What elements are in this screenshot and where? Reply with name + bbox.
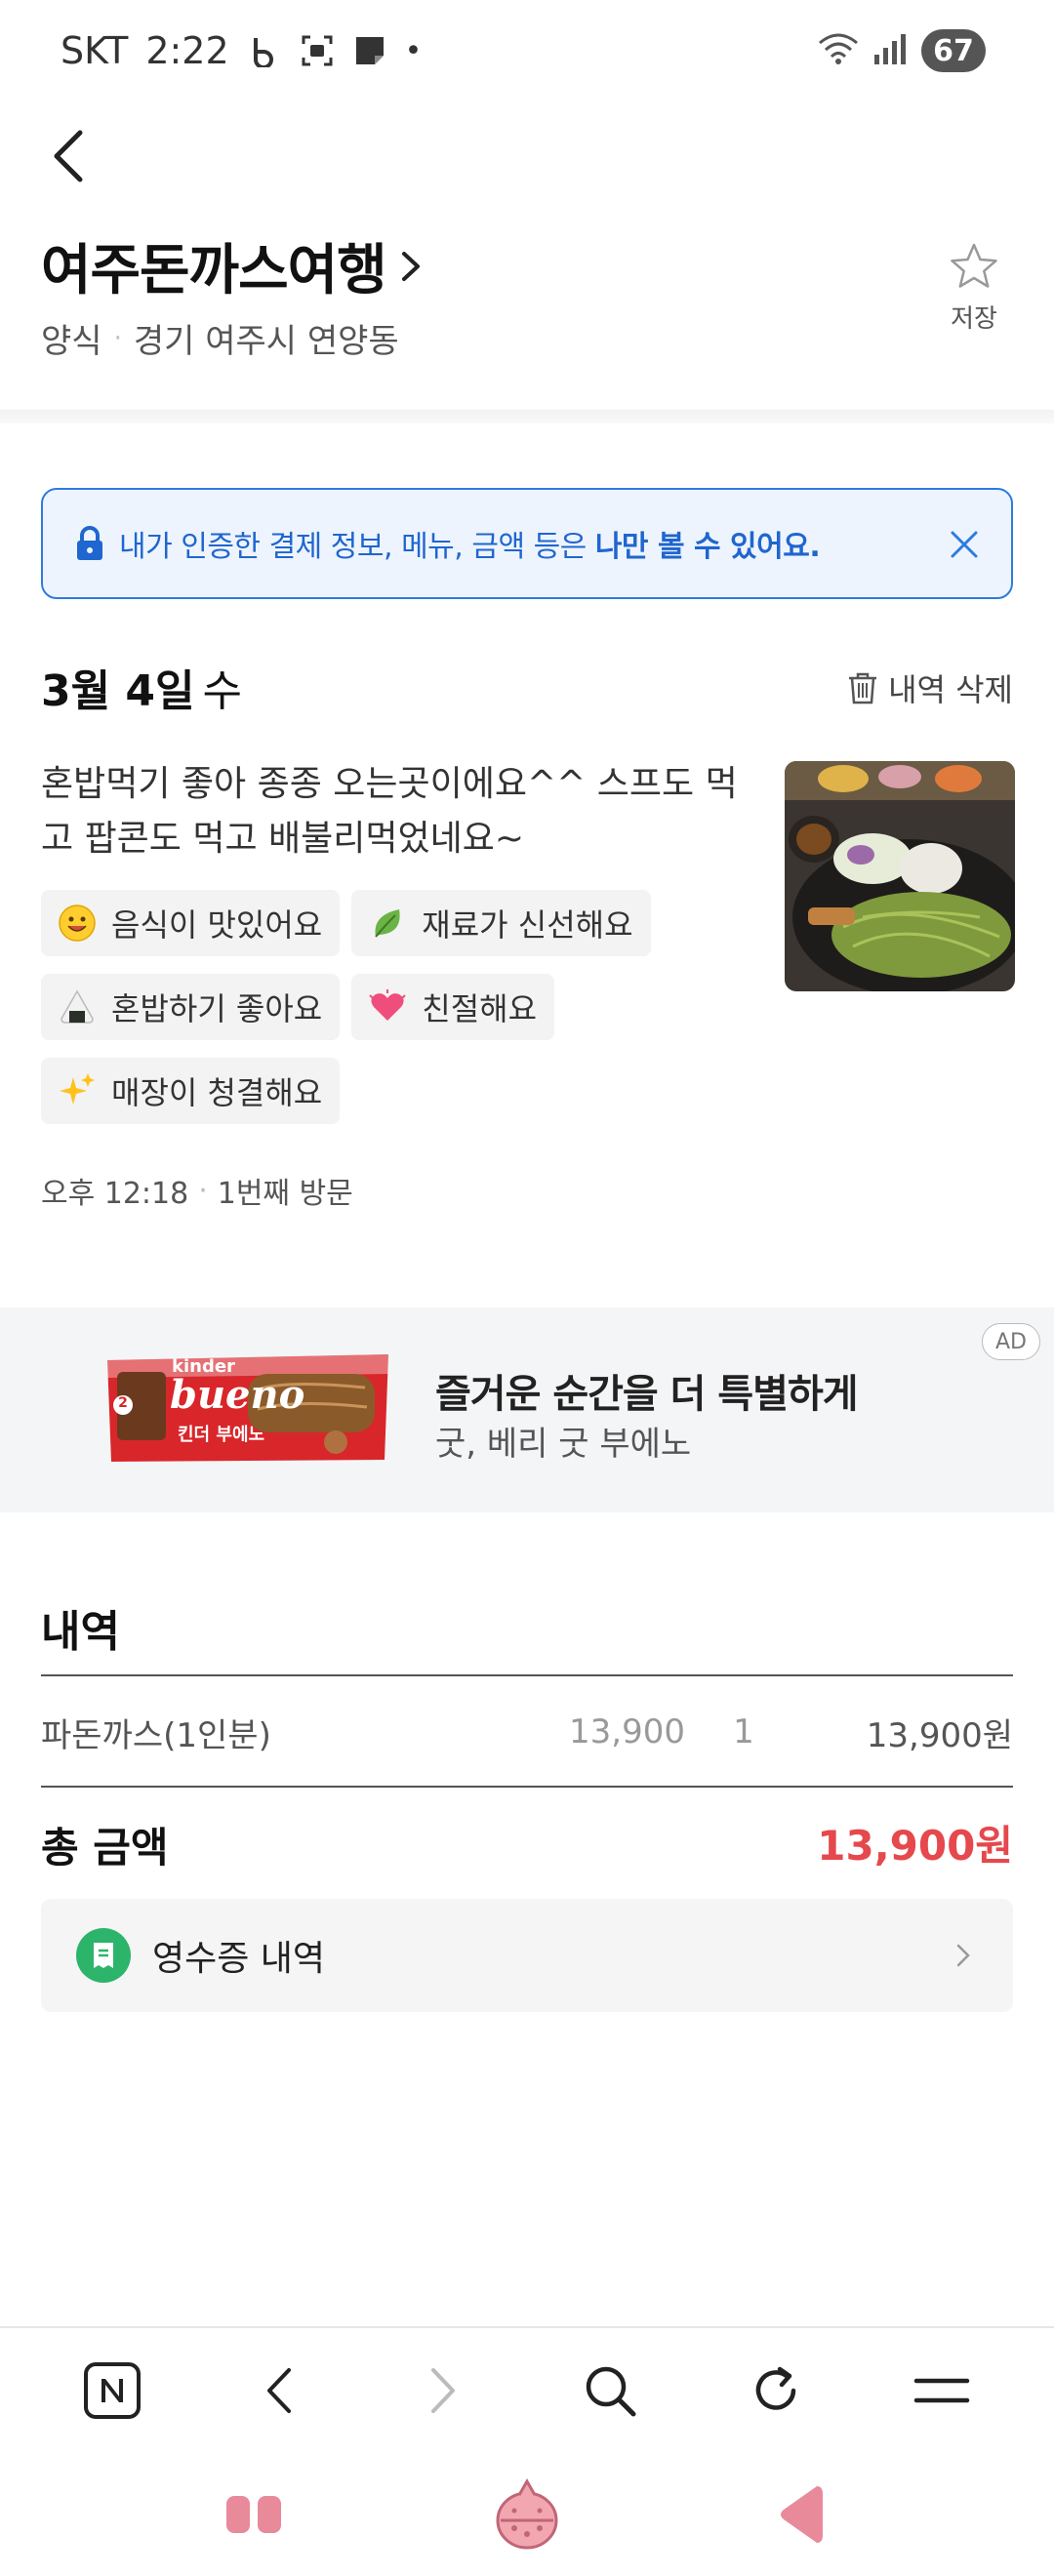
ad-subtitle: 굿, 베리 굿 부에노 xyxy=(435,1425,692,1464)
naver-n-icon xyxy=(84,2362,141,2419)
item-quantity: 1 xyxy=(733,1712,754,1751)
total-amount: 13,900원 xyxy=(817,1822,1013,1870)
system-navigation-bar xyxy=(0,2453,1054,2576)
home-icon xyxy=(496,2477,558,2550)
screenshot-icon xyxy=(300,33,335,68)
recent-apps-button[interactable] xyxy=(210,2471,298,2558)
delete-label: 내역 삭제 xyxy=(888,671,1013,708)
save-label: 저장 xyxy=(951,304,997,334)
naver-home-button[interactable] xyxy=(68,2347,156,2435)
chevron-right-icon xyxy=(949,1941,978,1970)
place-subtitle: 양식 · 경기 여주시 연양동 xyxy=(41,314,399,362)
receipt-icon xyxy=(76,1928,131,1983)
separator-dot: · xyxy=(198,1173,208,1208)
chevron-right-icon xyxy=(401,251,420,281)
tag-label: 음식이 맛있어요 xyxy=(111,906,323,944)
chevron-right-icon xyxy=(431,2368,455,2413)
star-icon xyxy=(951,243,997,288)
b-app-icon xyxy=(247,33,282,68)
review-text: 혼밥먹기 좋아 종종 오는곳이에요^^ 스프도 먹고 팝콘도 먹고 배불리먹었네… xyxy=(41,764,738,859)
total-label: 총 금액 xyxy=(41,1824,169,1872)
details-title: 내역 xyxy=(41,1607,120,1657)
rice-ball-emoji-icon xyxy=(57,986,98,1027)
divider xyxy=(41,1674,1013,1676)
dot-icon: • xyxy=(404,33,423,68)
browser-forward-button[interactable] xyxy=(400,2347,488,2435)
visit-date: 3월 4일 수 xyxy=(41,666,242,716)
food-photo[interactable] xyxy=(785,761,1015,991)
section-divider xyxy=(0,410,1054,423)
back-button[interactable] xyxy=(37,125,100,187)
tag-label: 재료가 신선해요 xyxy=(422,906,633,944)
menu-button[interactable] xyxy=(898,2347,986,2435)
leaf-emoji-icon xyxy=(367,903,408,944)
receipt-label: 영수증 내역 xyxy=(152,1939,326,1979)
place-title-link[interactable]: 여주돈까스여행 xyxy=(41,226,422,305)
tag-label: 친절해요 xyxy=(422,990,538,1027)
ad-banner[interactable]: 2 kinder bueno 킨더 부에노 즐거운 순간을 더 특별하게 굿, … xyxy=(0,1308,1054,1512)
sparkles-emoji-icon xyxy=(57,1070,98,1111)
trash-icon xyxy=(849,672,877,704)
brand-korean: 킨더 부에노 xyxy=(178,1425,265,1445)
browser-back-button[interactable] xyxy=(234,2347,322,2435)
divider xyxy=(41,1786,1013,1788)
privacy-notice-text: 내가 인증한 결제 정보, 메뉴, 금액 등은 나만 볼 수 있어요. xyxy=(119,530,821,564)
ad-title: 즐거운 순간을 더 특별하게 xyxy=(435,1372,859,1417)
delete-history-button[interactable]: 내역 삭제 xyxy=(847,665,1013,710)
signal-icon xyxy=(872,31,908,70)
tag-label: 매장이 청결해요 xyxy=(111,1074,323,1111)
heart-emoji-icon xyxy=(367,986,408,1027)
chevron-left-icon xyxy=(267,2368,291,2413)
clock: 2:22 xyxy=(145,29,229,72)
visit-count: 1번째 방문 xyxy=(217,1177,353,1211)
wifi-icon xyxy=(818,31,859,70)
receipt-history-button[interactable]: 영수증 내역 xyxy=(41,1899,1013,2012)
status-bar: SKT 2:22 • 67 xyxy=(0,0,1054,107)
table-row: 파돈까스(1인분) 13,900 1 13,900원 xyxy=(41,1708,1013,1756)
item-total: 13,900원 xyxy=(866,1715,1013,1755)
smile-emoji-icon xyxy=(57,903,98,944)
privacy-notice-banner: 내가 인증한 결제 정보, 메뉴, 금액 등은 나만 볼 수 있어요. xyxy=(41,488,1013,599)
search-icon xyxy=(586,2366,636,2417)
search-button[interactable] xyxy=(566,2347,654,2435)
tag-friendly: 친절해요 xyxy=(351,974,555,1040)
item-price: 13,900 xyxy=(569,1712,685,1751)
home-button[interactable] xyxy=(483,2471,571,2558)
close-banner-button[interactable] xyxy=(943,523,986,566)
pack-count: 2 xyxy=(118,1395,128,1411)
brand-name: bueno xyxy=(170,1372,305,1418)
lock-icon xyxy=(70,524,109,563)
visit-meta: 오후 12:18 · 1번째 방문 xyxy=(41,1169,353,1212)
chevron-left-icon xyxy=(54,130,83,182)
separator-dot: · xyxy=(113,323,122,353)
ad-badge[interactable]: AD xyxy=(982,1323,1040,1360)
close-icon xyxy=(951,531,978,558)
hamburger-menu-icon xyxy=(913,2378,970,2403)
reload-button[interactable] xyxy=(732,2347,820,2435)
item-name: 파돈까스(1인분) xyxy=(41,1715,271,1755)
tag-label: 혼밥하기 좋아요 xyxy=(111,990,323,1027)
back-triangle-icon xyxy=(781,2486,823,2543)
recent-apps-icon xyxy=(226,2496,281,2533)
battery-indicator: 67 xyxy=(921,29,986,72)
page-title: 여주돈까스여행 xyxy=(41,239,387,302)
system-back-button[interactable] xyxy=(756,2471,844,2558)
tag-clean: 매장이 청결해요 xyxy=(41,1058,341,1124)
browser-toolbar xyxy=(0,2326,1054,2453)
kinder-bueno-product-image: 2 kinder bueno 킨더 부에노 xyxy=(101,1350,394,1466)
carrier-label: SKT xyxy=(61,29,129,72)
visit-weekday: 수 xyxy=(202,666,242,716)
visit-time: 오후 12:18 xyxy=(41,1177,189,1211)
tag-fresh: 재료가 신선해요 xyxy=(351,890,651,956)
save-button[interactable]: 저장 xyxy=(935,242,1013,335)
location-label: 경기 여주시 연양동 xyxy=(133,322,399,361)
category-label: 양식 xyxy=(41,322,102,361)
tag-solo-dining: 혼밥하기 좋아요 xyxy=(41,974,341,1040)
tag-tasty: 음식이 맛있어요 xyxy=(41,890,341,956)
review-tags: 음식이 맛있어요 재료가 신선해요 혼밥하기 좋아요 친절해요 매장이 청결해요 xyxy=(41,890,744,1124)
refresh-icon xyxy=(755,2366,796,2410)
note-icon xyxy=(352,33,387,68)
